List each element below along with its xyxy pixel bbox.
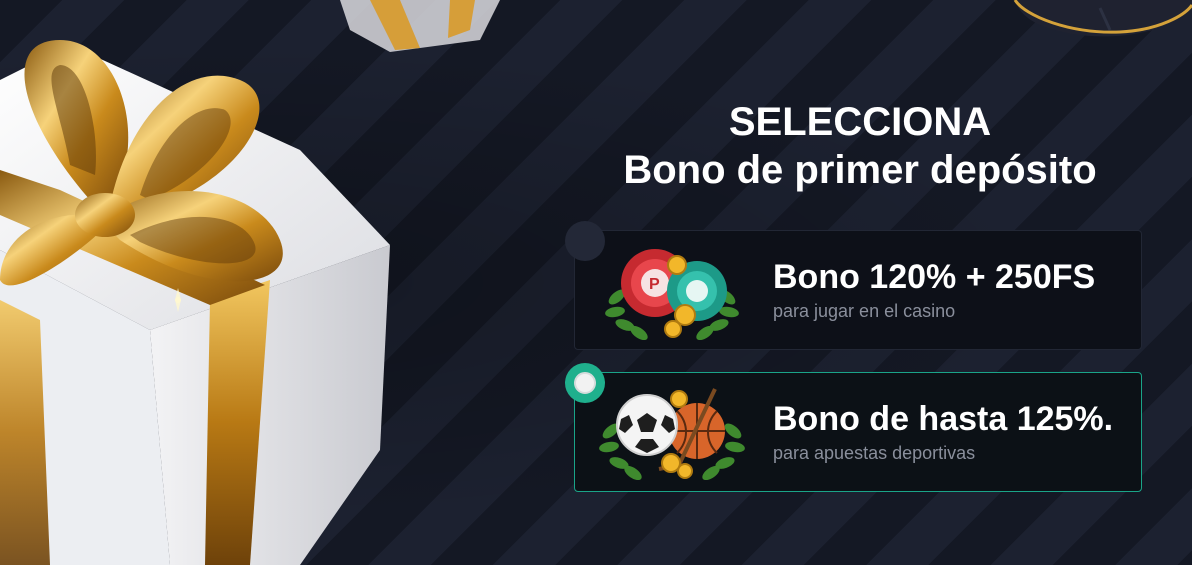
gift-box-illustration	[0, 40, 390, 565]
option-title: Bono 120% + 250FS	[773, 258, 1096, 296]
option-subtitle: para jugar en el casino	[773, 301, 956, 321]
option-subtitle: para apuestas deportivas	[773, 443, 976, 463]
sports-balls-icon	[599, 388, 745, 481]
heading-line-1: SELECCIONA	[728, 100, 992, 144]
bonus-option-sports[interactable]: Bono de hasta 125%. para apuestas deport…	[565, 363, 1142, 492]
soccer-ball-partial-illustration	[1013, 0, 1192, 37]
option-title: Bono de hasta 125%.	[773, 400, 1114, 438]
casino-chips-icon: P	[605, 249, 739, 341]
heading-line-2: Bono de primer depósito	[623, 148, 1097, 192]
svg-text:P: P	[649, 276, 660, 293]
page-heading: SELECCIONA Bono de primer depósito	[560, 98, 1160, 194]
bonus-option-casino[interactable]: P Bono 120% + 250FS para jugar en el cas…	[565, 221, 1142, 350]
small-gift-illustration	[340, 0, 500, 52]
